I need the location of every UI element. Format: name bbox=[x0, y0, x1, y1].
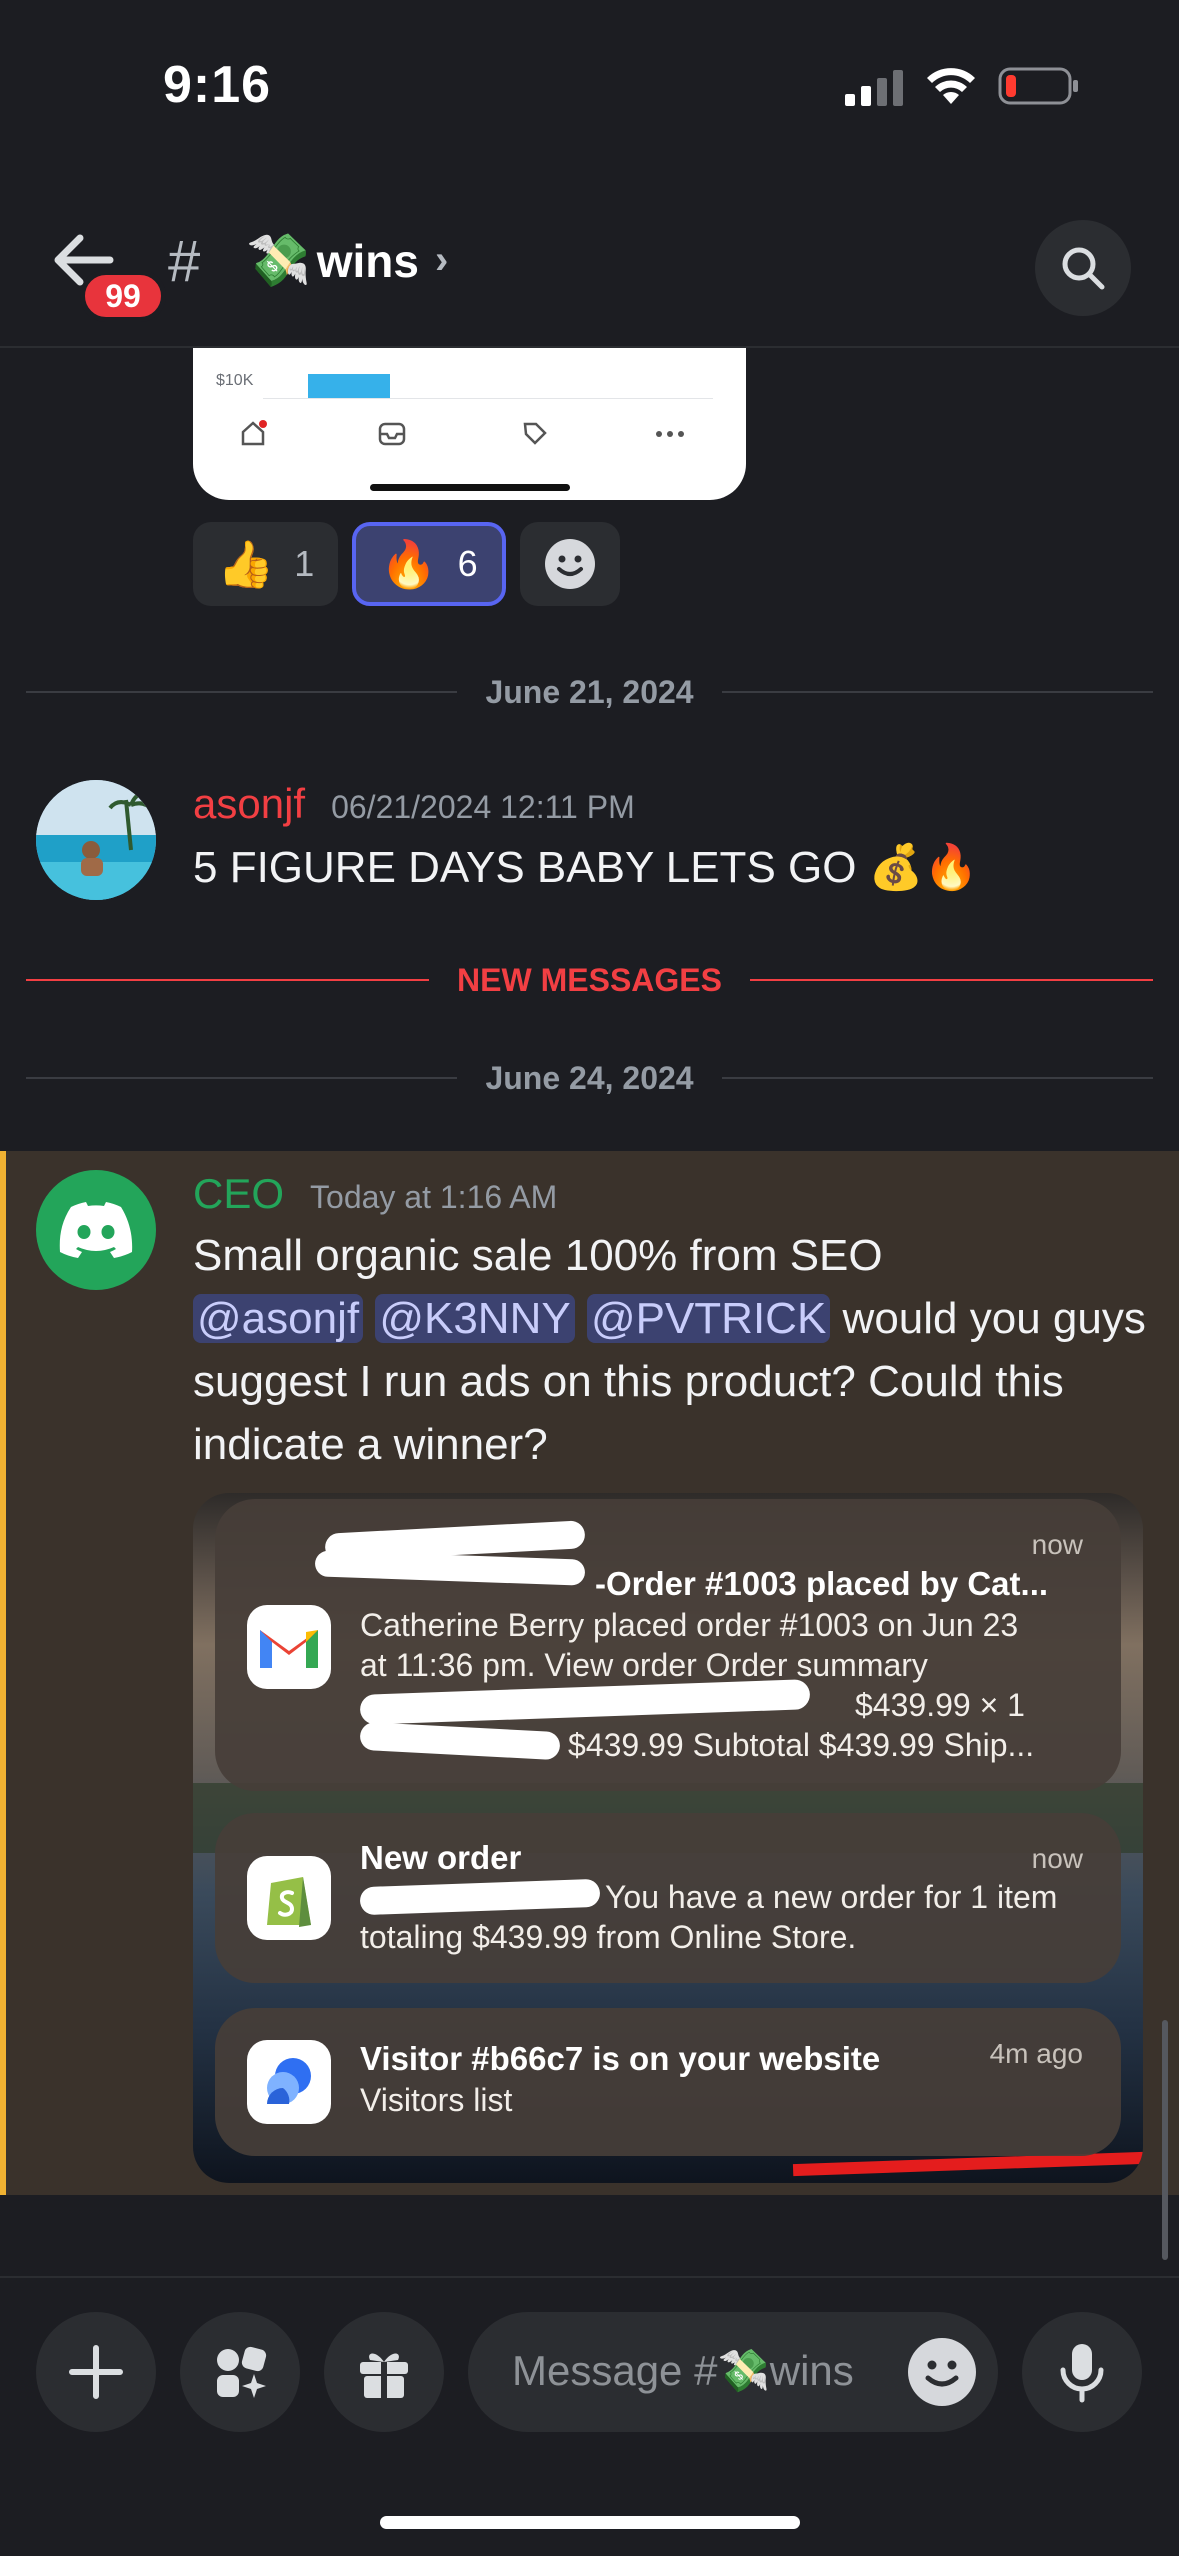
message-line-rest: would you guys bbox=[830, 1294, 1146, 1343]
add-reaction-button[interactable] bbox=[519, 522, 620, 606]
plus-icon bbox=[69, 2345, 123, 2399]
date-divider: June 21, 2024 bbox=[26, 667, 1154, 717]
home-icon bbox=[241, 420, 267, 446]
message-line: @asonjf @K3NNY @PVTRICK would you guys bbox=[193, 1287, 1153, 1350]
smiley-icon bbox=[925, 2360, 959, 2387]
fire-emoji: 🔥 bbox=[380, 537, 438, 590]
notification-line: Visitors list bbox=[360, 2082, 513, 2118]
battery-icon bbox=[998, 67, 1078, 105]
date-divider-label: June 21, 2024 bbox=[485, 673, 694, 710]
notification-shopify[interactable]: New order now You have a new order for 1… bbox=[215, 1813, 1121, 1983]
message-header: asonjf 06/21/2024 12:11 PM bbox=[193, 780, 635, 828]
redaction-scribble bbox=[359, 1721, 561, 1761]
notification-time: now bbox=[1031, 1529, 1083, 1560]
search-button[interactable] bbox=[1035, 220, 1131, 316]
cellular-signal-icon bbox=[845, 70, 903, 106]
message-line: indicate a winner? bbox=[193, 1420, 548, 1469]
tag-icon bbox=[523, 422, 547, 445]
chart-gridline bbox=[263, 398, 713, 399]
status-time: 9:16 bbox=[163, 56, 272, 114]
message-text: Small organic sale 100% from SEO @asonjf… bbox=[193, 1224, 1153, 1476]
wifi-icon bbox=[927, 68, 975, 104]
app-tab-bar bbox=[241, 420, 684, 446]
message-line: Small organic sale 100% from SEO bbox=[193, 1231, 883, 1280]
notification-visitor[interactable]: Visitor #b66c7 is on your website 4m ago… bbox=[215, 2008, 1121, 2156]
chart-bar bbox=[308, 374, 390, 398]
notification-time: 4m ago bbox=[989, 2038, 1083, 2069]
reaction-count: 1 bbox=[294, 543, 315, 584]
unread-badge: 99 bbox=[80, 270, 166, 322]
mention-k3nny[interactable]: @K3NNY bbox=[375, 1294, 575, 1343]
notification-title: -Order #1003 placed by Cat... bbox=[595, 1565, 1049, 1602]
notification-line: $439.99 Subtotal $439.99 Ship... bbox=[568, 1727, 1035, 1763]
username[interactable]: asonjf bbox=[193, 780, 305, 828]
new-messages-divider: NEW MESSAGES bbox=[26, 955, 1154, 1005]
attach-button[interactable] bbox=[36, 2312, 156, 2432]
home-indicator bbox=[380, 2516, 800, 2529]
channel-header: 99 # 💸 wins › bbox=[0, 200, 1179, 348]
message-input[interactable]: Message #💸wins bbox=[468, 2312, 998, 2432]
message-composer: Message #💸wins bbox=[0, 2276, 1179, 2466]
message-input-placeholder: Message #💸wins bbox=[512, 2347, 854, 2394]
notification-line: Catherine Berry placed order #1003 on Ju… bbox=[360, 1607, 1019, 1643]
notification-gmail[interactable]: now -Order #1003 placed by Cat... Cather… bbox=[215, 1499, 1121, 1791]
notification-line: totaling $439.99 from Online Store. bbox=[360, 1919, 857, 1955]
notification-time: now bbox=[1031, 1843, 1083, 1874]
avatar[interactable] bbox=[36, 780, 156, 900]
discord-logo-icon bbox=[59, 1202, 133, 1258]
status-bar: 9:16 bbox=[0, 0, 1179, 160]
reaction-count: 6 bbox=[457, 543, 478, 584]
message-header: CEO Today at 1:16 AM bbox=[193, 1170, 557, 1218]
chart-axis-label: $10K bbox=[216, 372, 254, 389]
visitor-icon bbox=[247, 2040, 331, 2124]
voice-message-button[interactable] bbox=[1022, 2312, 1142, 2432]
new-messages-label: NEW MESSAGES bbox=[457, 961, 722, 998]
inbox-icon bbox=[378, 422, 406, 446]
channel-name: wins bbox=[316, 234, 419, 287]
microphone-icon bbox=[1060, 2344, 1104, 2403]
message-line: suggest I run ads on this product? Could… bbox=[193, 1357, 1064, 1406]
gift-icon bbox=[360, 2353, 408, 2398]
redaction-scribble bbox=[314, 1550, 586, 1586]
apps-button[interactable] bbox=[180, 2312, 300, 2432]
reaction-fire[interactable]: 🔥 6 bbox=[352, 522, 506, 606]
channel-title[interactable]: 💸 wins › bbox=[246, 230, 448, 291]
scrollbar[interactable] bbox=[1162, 2020, 1168, 2260]
screenshot-home-indicator bbox=[370, 484, 570, 491]
notification-line: at 11:36 pm. View order Order summary bbox=[360, 1647, 928, 1683]
apps-sparkle-icon bbox=[217, 2346, 267, 2398]
avatar[interactable] bbox=[36, 1170, 156, 1290]
money-wings-emoji: 💸 bbox=[246, 232, 311, 290]
gmail-icon bbox=[247, 1605, 331, 1689]
thumbs-up-emoji: 👍 bbox=[217, 537, 275, 590]
gift-button[interactable] bbox=[324, 2312, 444, 2432]
smiley-icon bbox=[544, 539, 595, 589]
notification-title: Visitor #b66c7 is on your website bbox=[360, 2040, 881, 2077]
date-divider: June 24, 2024 bbox=[26, 1053, 1154, 1103]
redaction-scribble bbox=[359, 1679, 811, 1725]
search-icon bbox=[1062, 247, 1105, 290]
redaction-scribble bbox=[359, 1878, 601, 1916]
notification-line: $439.99 × 1 bbox=[855, 1687, 1025, 1723]
shopify-icon bbox=[247, 1856, 331, 1940]
notification-title: New order bbox=[360, 1839, 522, 1876]
message-text: 5 FIGURE DAYS BABY LETS GO 💰🔥 bbox=[193, 843, 979, 892]
chevron-right-icon: › bbox=[435, 238, 449, 282]
mention-pvtrick[interactable]: @PVTRICK bbox=[586, 1294, 831, 1343]
more-icon bbox=[656, 431, 684, 437]
image-attachment[interactable]: now -Order #1003 placed by Cat... Cather… bbox=[193, 1493, 1143, 2183]
date-divider-label: June 24, 2024 bbox=[485, 1059, 694, 1096]
timestamp: 06/21/2024 12:11 PM bbox=[331, 789, 635, 825]
emoji-picker-button[interactable] bbox=[908, 2338, 976, 2406]
image-attachment[interactable]: $10K bbox=[193, 348, 746, 500]
notification-line: You have a new order for 1 item bbox=[605, 1879, 1058, 1915]
timestamp: Today at 1:16 AM bbox=[310, 1179, 558, 1215]
reaction-thumbs-up[interactable]: 👍 1 bbox=[193, 522, 339, 606]
mention-asonjf[interactable]: @asonjf bbox=[193, 1294, 364, 1343]
username[interactable]: CEO bbox=[193, 1170, 284, 1218]
channel-hash-icon: # bbox=[168, 229, 201, 294]
reactions-row: 👍 1 🔥 6 bbox=[193, 522, 620, 606]
